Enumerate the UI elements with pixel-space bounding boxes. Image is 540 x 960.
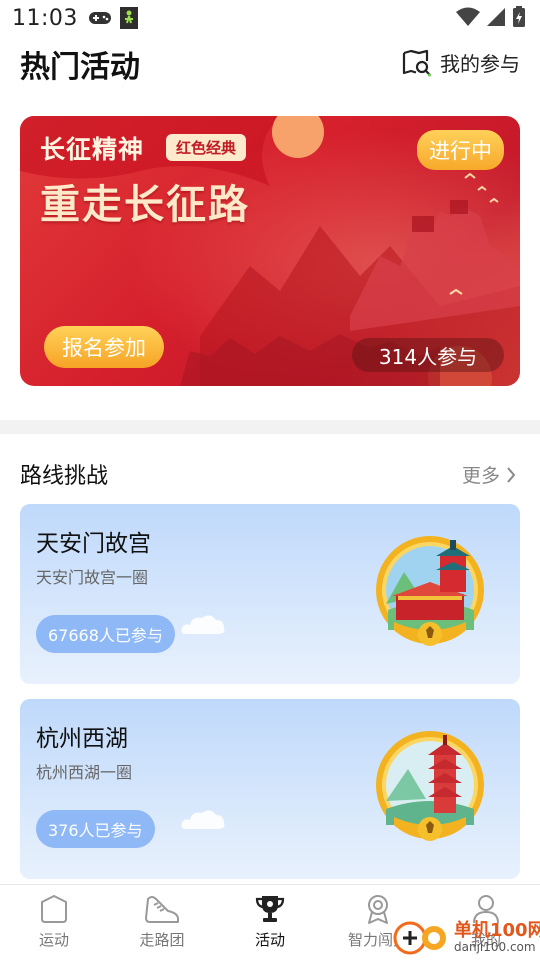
wifi-icon [456,7,480,26]
nav-label: 活动 [254,931,285,949]
watermark-url: danji100.com [454,940,536,954]
banner-badge: 红色经典 [166,134,247,161]
route-subtitle: 天安门故宫一圈 [36,568,149,587]
section-divider [0,420,540,434]
pagoda-medal-icon [376,731,484,841]
cloud-icon [181,810,225,829]
nav-label: 走路团 [139,931,185,949]
status-badge: 进行中 [417,130,504,170]
cloud-icon [181,615,225,634]
trophy-icon [255,896,285,922]
map-search-icon [402,49,431,76]
route-subtitle: 杭州西湖一圈 [36,763,133,782]
medal-icon [368,895,388,924]
route-participant-count: 67668人已参与 [36,615,175,653]
chevron-right-icon [507,466,516,483]
shoe-icon [145,896,179,923]
nav-item-activity[interactable]: 活动 [216,885,324,960]
route-card[interactable]: 杭州西湖 杭州西湖一圈 376人已参与 [20,699,520,879]
route-name: 杭州西湖 [36,726,128,752]
banner-tag-title: 长征精神 [40,135,145,164]
more-link[interactable]: 更多 [462,461,516,488]
participant-count: 314人参与 [352,338,504,372]
status-notification-icons [88,7,138,29]
banner-main-title: 重走长征路 [40,182,250,228]
route-card[interactable]: 天安门故宫 天安门故宫一圈 67668人已参与 [20,504,520,684]
header: 热门活动 我的参与 [0,36,540,90]
route-name: 天安门故宫 [36,531,151,557]
shield-icon [41,895,67,923]
my-participation-label: 我的参与 [440,52,520,76]
watermark-text: 单机100网 [454,920,540,941]
watermark: 单机100网 danji100.com [392,914,540,960]
page-title: 热门活动 [20,50,140,85]
forbidden-city-medal-icon [376,536,484,646]
status-bar: 11:03 [0,0,540,36]
my-participation-button[interactable]: 我的参与 [402,48,520,77]
activity-banner[interactable]: 长征精神 红色经典 重走长征路 进行中 报名参加 314人参与 [20,116,520,386]
nav-item-walking-group[interactable]: 走路团 [108,885,216,960]
gamepad-icon [88,12,111,24]
battery-icon [513,6,525,27]
nav-label: 运动 [38,931,69,949]
signup-button[interactable]: 报名参加 [44,326,164,368]
status-system-icons [456,6,526,28]
route-participant-count: 376人已参与 [36,810,155,848]
section-title: 路线挑战 [20,464,109,489]
more-label: 更多 [461,465,500,487]
signal-icon [487,8,505,26]
app-notification-icon [119,7,138,29]
status-time: 11:03 [12,5,78,31]
nav-item-sport[interactable]: 运动 [0,885,108,960]
